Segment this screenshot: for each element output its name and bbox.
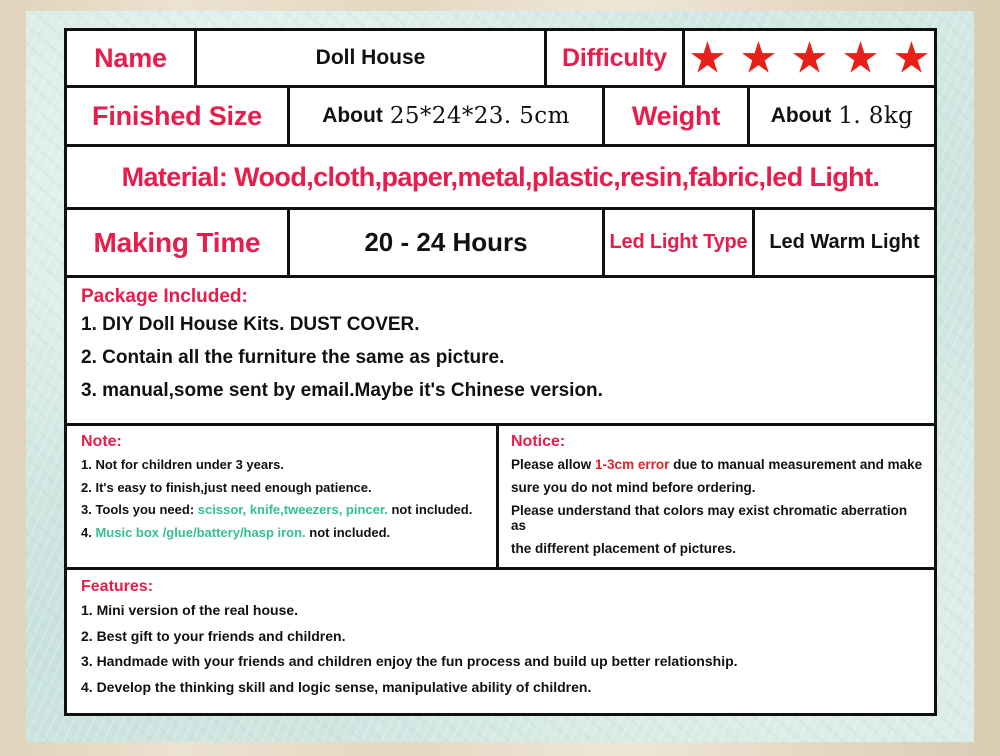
name-value-cell: Doll House [197, 31, 547, 85]
notice-line: Please allow 1-3cm error due to manual m… [511, 457, 924, 472]
table-row-material: Material: Wood,cloth,paper,metal,plastic… [67, 147, 934, 210]
table-row-package-included: Package Included: 1. DIY Doll House Kits… [67, 278, 934, 426]
feature-item: 1. Mini version of the real house. [81, 602, 299, 618]
package-item: 1. DIY Doll House Kits. DUST COVER. [81, 314, 420, 335]
note-item: 3. Tools you need: scissor, knife,tweeze… [81, 503, 488, 517]
notice-line1-suffix: due to manual measurement and make [669, 457, 923, 472]
note-item: 4. Music box /glue/battery/hasp iron. no… [81, 526, 488, 540]
star-icon [691, 41, 724, 73]
name-label-cell: Name [67, 31, 197, 85]
weight-label-cell: Weight [605, 88, 750, 144]
notice-error-range: 1-3cm error [595, 457, 670, 472]
note-item4-suffix: not included. [305, 524, 391, 540]
package-included-title: Package Included: [81, 286, 248, 307]
star-icon [895, 41, 928, 73]
table-row-name: Name Doll House Difficulty [67, 31, 934, 88]
star-icon [793, 41, 826, 73]
finished-size-value: 25*24*23. 5cm [389, 103, 570, 129]
package-included-cell: Package Included: 1. DIY Doll House Kits… [67, 278, 934, 423]
package-item: 2. Contain all the furniture the same as… [81, 347, 505, 368]
material-text: Material: Wood,cloth,paper,metal,plastic… [121, 161, 880, 192]
name-value: Doll House [315, 46, 426, 69]
note-item3-suffix: not included. [387, 502, 473, 518]
finished-size-label: Finished Size [92, 100, 262, 131]
finished-size-value-cell: About 25*24*23. 5cm [290, 88, 605, 144]
difficulty-rating-cell [685, 31, 934, 85]
note-item4-accessories: Music box /glue/battery/hasp iron. [95, 524, 306, 540]
feature-item: 2. Best gift to your friends and childre… [81, 627, 346, 644]
note-item: 2. It's easy to finish,just need enough … [81, 479, 372, 495]
weight-value: 1. 8kg [838, 103, 914, 129]
material-cell: Material: Wood,cloth,paper,metal,plastic… [67, 147, 934, 207]
name-label: Name [94, 42, 167, 73]
difficulty-label: Difficulty [562, 43, 667, 72]
size-about-word: About [322, 104, 383, 127]
making-time-label: Making Time [93, 226, 261, 258]
table-row-making-time: Making Time 20 - 24 Hours Led Light Type… [67, 210, 934, 278]
product-spec-table: Name Doll House Difficulty Finished Size… [64, 28, 937, 716]
led-light-type-value: Led Warm Light [769, 231, 920, 253]
table-row-features: Features: 1. Mini version of the real ho… [67, 570, 934, 713]
table-row-size-weight: Finished Size About 25*24*23. 5cm Weight… [67, 88, 934, 147]
notice-line: Please understand that colors may exist … [511, 503, 908, 533]
notice-cell: Notice: Please allow 1-3cm error due to … [499, 426, 934, 567]
led-light-type-label: Led Light Type [609, 231, 748, 253]
led-light-type-value-cell: Led Warm Light [755, 210, 934, 275]
making-time-value-cell: 20 - 24 Hours [290, 210, 605, 275]
note-item4-prefix: 4. [81, 524, 96, 540]
features-title: Features: [81, 578, 154, 595]
weight-about-word: About [770, 104, 832, 127]
led-light-type-label-cell: Led Light Type [605, 210, 755, 275]
difficulty-label-cell: Difficulty [547, 31, 685, 85]
finished-size-label-cell: Finished Size [67, 88, 290, 144]
making-time-label-cell: Making Time [67, 210, 290, 275]
table-row-note-notice: Note: 1. Not for children under 3 years.… [67, 426, 934, 570]
star-icon [742, 41, 775, 73]
feature-item: 4. Develop the thinking skill and logic … [81, 679, 592, 696]
notice-line: sure you do not mind before ordering. [511, 480, 756, 496]
feature-item: 3. Handmade with your friends and childr… [81, 653, 738, 670]
note-title: Note: [81, 433, 122, 450]
weight-value-cell: About 1. 8kg [750, 88, 934, 144]
making-time-value: 20 - 24 Hours [364, 227, 528, 257]
note-item3-tools: scissor, knife,tweezers, pincer. [197, 502, 388, 518]
notice-line: the different placement of pictures. [511, 540, 737, 556]
notice-line1-prefix: Please allow [511, 457, 596, 472]
package-item: 3. manual,some sent by email.Maybe it's … [81, 380, 603, 401]
note-cell: Note: 1. Not for children under 3 years.… [67, 426, 499, 567]
weight-label: Weight [631, 100, 721, 131]
note-item: 1. Not for children under 3 years. [81, 457, 284, 472]
star-icon [844, 41, 877, 73]
note-item3-prefix: 3. Tools you need: [81, 502, 198, 518]
notice-title: Notice: [511, 433, 566, 450]
features-cell: Features: 1. Mini version of the real ho… [67, 570, 934, 713]
